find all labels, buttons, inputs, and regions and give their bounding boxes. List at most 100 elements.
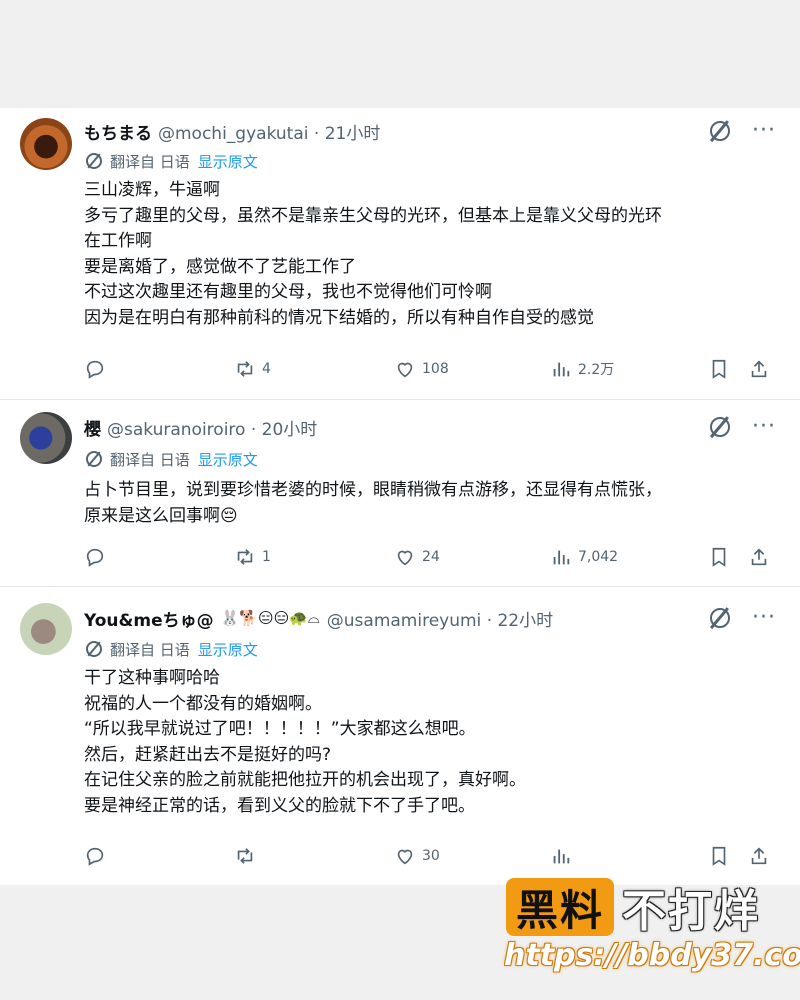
repost-icon: [237, 549, 253, 565]
repost-button[interactable]: 1: [234, 544, 271, 570]
repost-icon: [237, 361, 253, 377]
translation-notice: 翻译自 日语 显示原文: [86, 149, 258, 173]
text-line: 然后，赶紧赶出去不是挺好的吗?: [84, 744, 332, 765]
watermark-url: https://bbdy37.com: [504, 938, 800, 973]
text-line: 占卜节目里，说到要珍惜老婆的时候，眼睛稍微有点游移，还显得有点慌张，: [84, 480, 662, 500]
reply-icon: [86, 847, 104, 866]
heart-icon: [397, 550, 413, 566]
bookmark-button[interactable]: [708, 544, 736, 570]
bookmark-icon: [712, 846, 726, 866]
name-emojis: 🐰🐕😑😑🐢⌓: [220, 609, 320, 627]
grok-icon[interactable]: [710, 608, 731, 628]
like-count: 108: [422, 361, 449, 377]
translated-from-label: 翻译自 日语: [110, 640, 190, 659]
repost-count: 1: [262, 549, 271, 565]
tweet-header: 櫻 @sakuranoiroiro · 20小时: [84, 414, 317, 440]
reply-button[interactable]: [84, 843, 112, 869]
share-button[interactable]: [748, 544, 776, 570]
avatar[interactable]: [20, 118, 72, 170]
text-line: 干了这种事啊哈哈: [84, 668, 220, 688]
grok-icon[interactable]: [710, 121, 731, 141]
translated-from-label: 翻译自 日语: [110, 450, 190, 469]
text-line: 原来是这么回事啊😔: [84, 505, 238, 526]
action-bar: 30: [84, 843, 784, 869]
text-line: 要是神经正常的话，看到义父的脸就下不了手了吧。: [84, 795, 475, 816]
tweet-card-2[interactable]: 櫻 @sakuranoiroiro · 20小时 ··· 翻译自 日语 显示原文…: [0, 400, 800, 586]
share-icon: [751, 548, 767, 566]
text-line: 因为是在明白有那种前科的情况下结婚的，所以有种自作自受的感觉: [84, 307, 594, 328]
author-name[interactable]: You&meちゅ@: [84, 606, 214, 631]
watermark-slogan: 不打烊: [622, 886, 760, 937]
author-name[interactable]: 櫻: [84, 415, 101, 440]
translation-notice: 翻译自 日语 显示原文: [86, 447, 258, 471]
bookmark-button[interactable]: [708, 356, 736, 382]
tweet-text: 占卜节目里，说到要珍惜老婆的时候，眼睛稍微有点游移，还显得有点慌张， 原来是这么…: [84, 478, 774, 529]
text-line: 祝福的人一个都没有的婚姻啊。: [84, 693, 322, 714]
translated-from-label: 翻译自 日语: [110, 152, 190, 171]
reply-button[interactable]: [84, 544, 112, 570]
repost-count: 4: [262, 361, 271, 377]
tweet-text: 干了这种事啊哈哈 祝福的人一个都没有的婚姻啊。 “所以我早就说过了吧！！！！！”…: [84, 666, 774, 819]
bookmark-button[interactable]: [708, 843, 736, 869]
bookmark-icon: [712, 359, 726, 379]
more-icon[interactable]: ···: [752, 120, 776, 142]
tweet-top-actions: ···: [710, 414, 776, 440]
share-button[interactable]: [748, 356, 776, 382]
like-button[interactable]: 108: [394, 356, 449, 382]
repost-button[interactable]: 4: [234, 356, 271, 382]
text-line: 在工作啊: [84, 231, 152, 251]
text-line: 不过这次趣里还有趣里的父母，我也不觉得他们可怜啊: [84, 282, 492, 302]
heart-icon: [397, 849, 413, 865]
author-handle[interactable]: @usamamireyumi · 22小时: [327, 606, 553, 631]
text-line: 在记住父亲的脸之前就能把他拉开的机会出现了，真好啊。: [84, 770, 526, 790]
view-count: 7,042: [578, 549, 619, 565]
heart-icon: [397, 362, 413, 378]
more-icon[interactable]: ···: [752, 607, 776, 629]
tweet-header: You&meちゅ@ 🐰🐕😑😑🐢⌓ @usamamireyumi · 22小时: [84, 605, 553, 631]
like-button[interactable]: 24: [394, 544, 440, 570]
avatar[interactable]: [20, 412, 72, 464]
views-button[interactable]: 7,042: [550, 544, 618, 570]
views-button[interactable]: 2.2万: [550, 356, 614, 382]
translate-icon: [86, 641, 102, 657]
show-original-link[interactable]: 显示原文: [198, 151, 258, 172]
show-original-link[interactable]: 显示原文: [198, 449, 258, 470]
reply-icon: [86, 548, 104, 567]
translate-icon: [86, 153, 102, 169]
author-handle[interactable]: @mochi_gyakutai · 21小时: [158, 119, 380, 144]
view-count: 2.2万: [578, 362, 615, 378]
repost-button[interactable]: [234, 843, 262, 869]
like-count: 24: [422, 549, 440, 565]
translation-notice: 翻译自 日语 显示原文: [86, 637, 258, 661]
text-line: 要是离婚了，感觉做不了艺能工作了: [84, 256, 356, 277]
action-bar: 4 108 2.2万: [84, 356, 784, 382]
views-icon: [553, 550, 570, 565]
text-line: 多亏了趣里的父母，虽然不是靠亲生父母的光环，但基本上是靠义父母的光环: [84, 205, 662, 226]
reply-button[interactable]: [84, 356, 112, 382]
tweet-top-actions: ···: [710, 118, 776, 144]
watermark-badge: 黑料: [506, 878, 614, 936]
more-icon[interactable]: ···: [752, 416, 776, 438]
share-icon: [751, 847, 767, 865]
grok-icon[interactable]: [710, 417, 731, 437]
like-button[interactable]: 30: [394, 843, 440, 869]
text-line: 三山凌辉，牛逼啊: [84, 180, 220, 200]
views-icon: [553, 362, 570, 377]
tweet-card-1[interactable]: もちまる @mochi_gyakutai · 21小时 ··· 翻译自 日语 显…: [0, 108, 800, 399]
action-bar: 1 24 7,042: [84, 544, 784, 570]
top-background: [0, 0, 800, 108]
avatar[interactable]: [20, 603, 72, 655]
like-count: 30: [422, 848, 440, 864]
show-original-link[interactable]: 显示原文: [198, 639, 258, 660]
site-watermark: 黑料 不打烊 https://bbdy37.com: [500, 876, 800, 988]
views-icon: [553, 849, 570, 864]
share-icon: [751, 360, 767, 378]
share-button[interactable]: [748, 843, 776, 869]
author-handle[interactable]: @sakuranoiroiro · 20小时: [107, 415, 317, 440]
author-name[interactable]: もちまる: [84, 119, 152, 144]
bookmark-icon: [712, 547, 726, 567]
tweet-top-actions: ···: [710, 605, 776, 631]
views-button[interactable]: [550, 843, 578, 869]
tweet-card-3[interactable]: You&meちゅ@ 🐰🐕😑😑🐢⌓ @usamamireyumi · 22小时 ·…: [0, 587, 800, 885]
reply-icon: [86, 360, 104, 379]
